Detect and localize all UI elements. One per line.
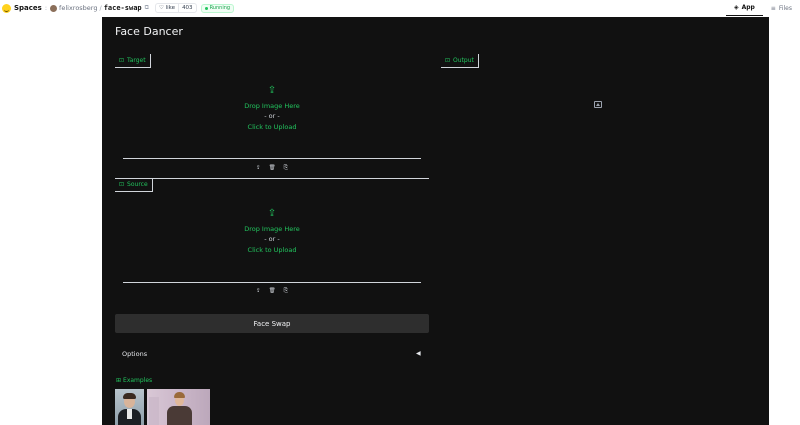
source-divider [123,282,421,283]
source-toolbar: ⇪ 🗑 ⎘ [256,288,288,295]
target-toolbar: ⇪ 🗑 ⎘ [256,165,288,172]
clipboard-icon[interactable]: ⎘ [284,288,288,295]
examples-label: ⊞ Examples [116,377,152,384]
target-label: ⊡ Target [115,54,151,68]
app-container: Face Dancer ⊡ Target ⇪ Drop Image Here -… [102,17,769,425]
like-label: like [165,5,176,11]
image-icon: ⊡ [119,181,125,188]
image-placeholder-icon [594,101,602,108]
tab-files-label: Files [778,4,792,12]
upload-icon: ⇪ [267,85,277,96]
heart-icon: ♡ [158,5,164,11]
app-icon: ◈ [733,4,739,11]
upload-icon: ⇪ [267,208,277,219]
caret-left-icon[interactable]: ◀ [416,350,421,357]
huggingface-logo-icon [2,3,11,13]
top-bar: Spaces : felixrosberg / face-swap ⧉ ♡ li… [0,0,800,16]
status-label: Running [209,5,231,11]
trash-icon[interactable]: 🗑 [269,165,276,172]
output-label: ⊡ Output [441,54,479,68]
tab-app[interactable]: ◈ App [725,0,763,16]
face-swap-button[interactable]: Face Swap [115,314,429,333]
repo-name-link[interactable]: face-swap [104,4,142,12]
target-drop-text: Drop Image Here [244,102,300,110]
status-badge[interactable]: Running [200,3,235,13]
examples-icon: ⊞ [116,377,122,384]
source-label-text: Source [127,181,148,188]
output-label-text: Output [453,57,474,64]
like-count: 403 [182,5,193,11]
clipboard-icon[interactable]: ⎘ [284,165,288,172]
spaces-label: Spaces [14,4,42,12]
source-upload-area[interactable]: ⇪ Drop Image Here - or - Click to Upload [222,209,322,255]
source-drop-text: Drop Image Here [244,225,300,233]
owner-avatar[interactable] [50,4,58,12]
target-or-text: - or - [264,112,280,120]
upload-icon[interactable]: ⇪ [256,165,261,172]
owner-link[interactable]: felixrosberg [59,4,97,12]
divider: : [44,4,48,12]
trash-icon[interactable]: 🗑 [269,288,276,295]
target-label-text: Target [127,57,146,64]
upload-icon[interactable]: ⇪ [256,288,261,295]
image-icon: ⊡ [119,57,125,64]
tab-files[interactable]: ≡ Files [763,0,800,16]
page-title: Face Dancer [115,25,183,38]
source-click-upload[interactable]: Click to Upload [248,245,297,255]
spaces-link[interactable]: Spaces [2,3,42,13]
target-upload-area[interactable]: ⇪ Drop Image Here - or - Click to Upload [222,86,322,132]
source-or-text: - or - [264,235,280,243]
target-divider [123,158,421,159]
target-bottom-border [115,178,429,179]
like-button[interactable]: ♡ like 403 [154,3,197,13]
example-thumbnail[interactable] [147,389,210,425]
source-label: ⊡ Source [115,178,153,192]
files-icon: ≡ [770,4,776,12]
image-icon: ⊡ [445,57,451,64]
example-thumbnail[interactable] [115,389,144,425]
options-accordion[interactable]: Options [122,350,147,358]
examples-label-text: Examples [123,377,153,384]
status-dot-icon [204,6,208,10]
target-click-upload[interactable]: Click to Upload [248,122,297,132]
copy-icon[interactable]: ⧉ [145,4,149,12]
tab-app-label: App [741,4,755,11]
path-separator: / [99,4,102,12]
